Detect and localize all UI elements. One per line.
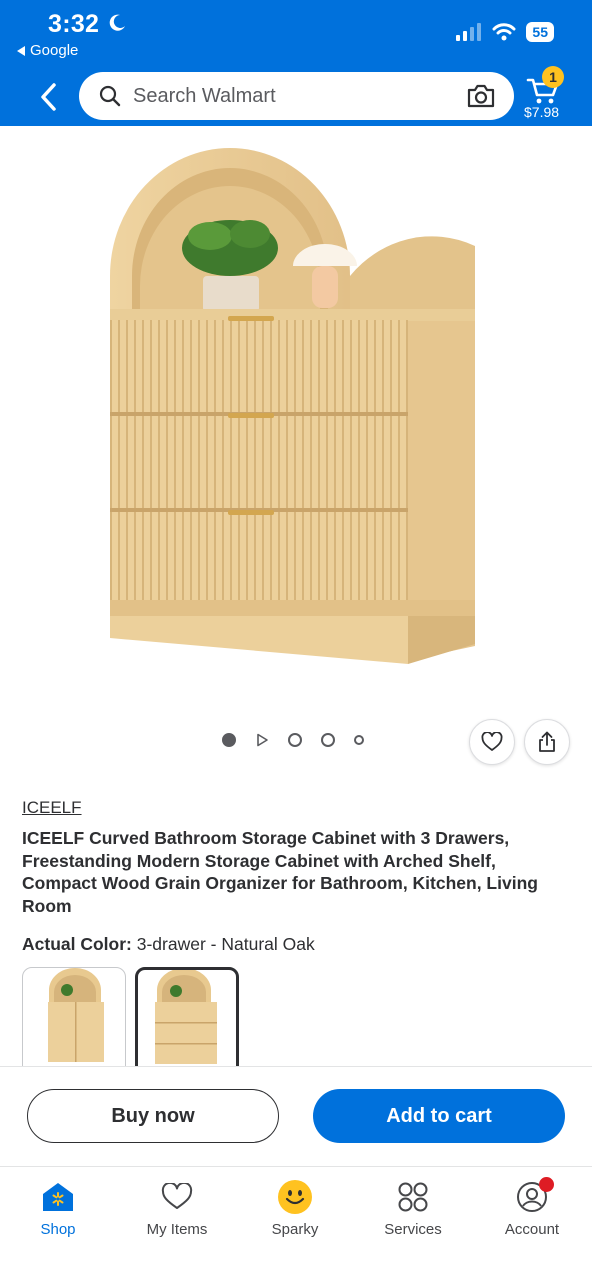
services-grid-icon bbox=[395, 1179, 431, 1215]
variant-swatch-2[interactable] bbox=[135, 967, 239, 1077]
variant-thumbnail-2 bbox=[155, 970, 217, 1064]
cart-total: $7.98 bbox=[524, 104, 560, 120]
tab-sparky-label: Sparky bbox=[271, 1221, 319, 1238]
color-selection: Actual Color: 3-drawer - Natural Oak bbox=[22, 934, 315, 955]
carousel-dot-1[interactable] bbox=[222, 733, 236, 747]
color-label: Actual Color: bbox=[22, 934, 132, 954]
camera-icon[interactable] bbox=[466, 83, 496, 109]
carousel-dot-3[interactable] bbox=[288, 733, 302, 747]
return-to-app-link[interactable]: Google bbox=[16, 42, 78, 59]
brand-link[interactable]: ICEELF bbox=[22, 798, 82, 818]
search-placeholder: Search Walmart bbox=[133, 84, 276, 107]
cart-count-badge: 1 bbox=[542, 66, 564, 88]
status-indicators: 55 bbox=[456, 22, 554, 42]
tab-services[interactable]: Services bbox=[363, 1179, 463, 1238]
back-triangle-icon bbox=[17, 45, 25, 56]
back-button[interactable] bbox=[34, 80, 62, 114]
heart-icon bbox=[159, 1179, 195, 1215]
search-icon bbox=[99, 85, 121, 107]
tab-sparky[interactable]: Sparky bbox=[245, 1179, 345, 1238]
status-time-text: 3:32 bbox=[48, 10, 100, 38]
favorite-button[interactable] bbox=[469, 719, 515, 765]
tab-my-items[interactable]: My Items bbox=[127, 1179, 227, 1238]
product-page: 3:32 Google 55 Search Walmart 1 $7.98 IC… bbox=[0, 0, 592, 1280]
product-image bbox=[110, 148, 475, 664]
wifi-icon bbox=[492, 23, 516, 41]
tab-account[interactable]: Account bbox=[482, 1177, 582, 1238]
app-header: 3:32 Google 55 Search Walmart 1 $7.98 bbox=[0, 0, 592, 126]
return-app-label: Google bbox=[30, 42, 79, 59]
tab-services-label: Services bbox=[384, 1221, 442, 1238]
search-bar[interactable]: Search Walmart bbox=[79, 72, 514, 120]
battery-indicator: 55 bbox=[526, 22, 554, 42]
add-to-cart-button[interactable]: Add to cart bbox=[313, 1089, 565, 1143]
variant-swatch-1[interactable] bbox=[22, 967, 126, 1077]
buy-now-button[interactable]: Buy now bbox=[27, 1089, 279, 1143]
chevron-left-icon bbox=[41, 83, 56, 111]
carousel-dot-5[interactable] bbox=[354, 735, 364, 745]
carousel-pagination[interactable] bbox=[222, 733, 364, 747]
variant-thumbnail-1 bbox=[48, 968, 104, 1062]
color-value: 3-drawer - Natural Oak bbox=[136, 934, 315, 954]
moon-icon bbox=[109, 14, 125, 31]
tab-account-label: Account bbox=[504, 1221, 560, 1238]
product-title: ICEELF Curved Bathroom Storage Cabinet w… bbox=[22, 828, 538, 916]
purchase-action-bar: Buy now Add to cart bbox=[0, 1066, 592, 1166]
tab-shop[interactable]: Shop bbox=[8, 1179, 108, 1238]
cart-button[interactable]: 1 $7.98 bbox=[522, 66, 568, 122]
product-image-carousel[interactable] bbox=[0, 126, 592, 706]
bottom-tab-bar: Shop My Items Sparky Services Account bbox=[0, 1166, 592, 1280]
shop-icon bbox=[40, 1179, 76, 1215]
signal-icon bbox=[456, 23, 482, 41]
heart-icon bbox=[481, 732, 503, 751]
share-button[interactable] bbox=[524, 719, 570, 765]
play-video-icon[interactable] bbox=[255, 733, 269, 747]
sparky-icon bbox=[277, 1179, 313, 1215]
tab-shop-label: Shop bbox=[40, 1221, 76, 1238]
notification-dot bbox=[539, 1177, 554, 1192]
tab-my-items-label: My Items bbox=[146, 1221, 208, 1238]
account-icon bbox=[514, 1177, 554, 1215]
carousel-dot-4[interactable] bbox=[321, 733, 335, 747]
status-time: 3:32 bbox=[48, 10, 127, 39]
share-icon bbox=[539, 731, 555, 752]
